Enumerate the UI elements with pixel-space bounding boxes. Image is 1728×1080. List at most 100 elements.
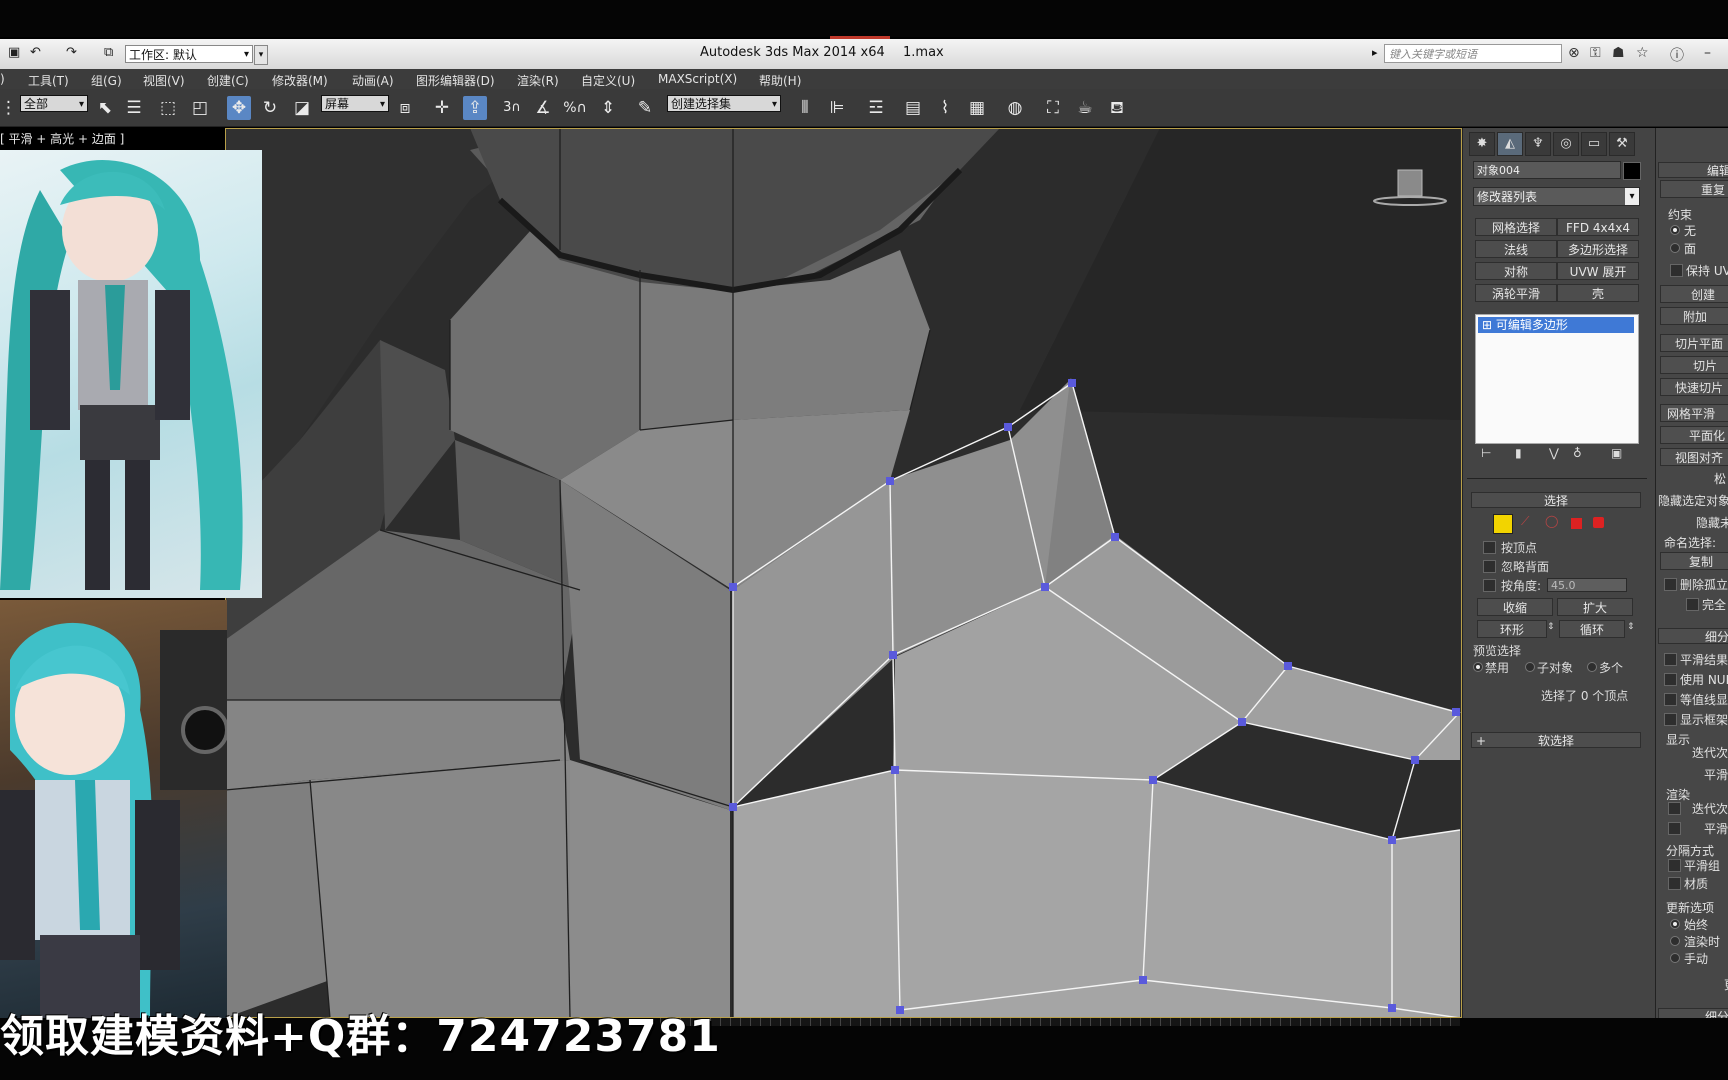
pivot-center-icon[interactable]: ⧈ (393, 96, 417, 120)
search-input[interactable]: 键入关键字或短语 (1384, 44, 1562, 63)
motion-tab-icon[interactable]: ◎ (1553, 132, 1579, 156)
percent-snap-icon[interactable]: %∩ (563, 96, 587, 120)
select-manipulate-icon[interactable]: ✛ (430, 96, 454, 120)
help-icon[interactable]: ⓘ (1670, 45, 1684, 65)
ring-button[interactable]: 环形 (1477, 620, 1547, 638)
redo-icon[interactable]: ↷ (66, 45, 77, 60)
planarize-button[interactable]: 平面化 (1660, 426, 1728, 444)
show-cage-checkbox[interactable] (1664, 713, 1677, 726)
ffd-button[interactable]: FFD 4x4x4 (1557, 218, 1639, 236)
separate-materials-checkbox[interactable] (1668, 877, 1681, 890)
binoculars-icon[interactable]: ⊗ (1568, 45, 1580, 61)
isoline-display-checkbox[interactable] (1664, 693, 1677, 706)
graphite-toolbar-icon[interactable]: ▤ (901, 96, 925, 120)
constraint-none-radio[interactable] (1670, 225, 1680, 235)
render-iterations-checkbox[interactable] (1668, 802, 1681, 815)
keyboard-shortcut-override-icon[interactable]: ⇪ (463, 96, 487, 120)
selection-rollout-header[interactable]: 选择 (1471, 492, 1641, 508)
create-tab-icon[interactable]: ✸ (1469, 132, 1495, 156)
update-manually-radio[interactable] (1670, 953, 1680, 963)
menu-maxscript[interactable]: MAXScript(X) (658, 72, 737, 86)
minimize-icon[interactable]: – (1704, 45, 1711, 61)
by-angle-checkbox[interactable] (1483, 579, 1496, 592)
render-production-icon[interactable]: ⛾ (1105, 96, 1129, 120)
normal-button[interactable]: 法线 (1475, 240, 1557, 258)
constraint-face-radio[interactable] (1670, 243, 1680, 253)
scale-icon[interactable]: ◪ (290, 96, 314, 120)
display-tab-icon[interactable]: ▭ (1581, 132, 1607, 156)
delete-isolated-checkbox[interactable] (1664, 578, 1677, 591)
expand-icon[interactable]: ⊞ (1478, 318, 1492, 332)
make-unique-icon[interactable]: ⋁ (1549, 446, 1559, 460)
update-button[interactable]: 更 (1724, 976, 1728, 993)
subdivision-displacement-header[interactable]: 细分 (1658, 1008, 1728, 1018)
show-end-result-icon[interactable]: ▮ (1515, 446, 1522, 460)
menu-animation[interactable]: 动画(A) (352, 72, 394, 89)
edit-named-selection-icon[interactable]: ✎ (633, 96, 657, 120)
snaps-toggle-icon[interactable]: 3∩ (500, 96, 524, 120)
preview-multi-radio[interactable] (1587, 662, 1597, 672)
slice-plane-button[interactable]: 切片平面 (1660, 334, 1728, 352)
key-icon[interactable]: ⚿ (1590, 45, 1601, 61)
element-mode-icon[interactable] (1593, 517, 1604, 528)
workspace-select[interactable]: 工作区: 默认 (125, 45, 253, 64)
favorites-star-icon[interactable]: ☆ (1636, 45, 1649, 61)
separate-smoothing-groups-checkbox[interactable] (1668, 859, 1681, 872)
mesh-select-button[interactable]: 网格选择 (1475, 218, 1557, 236)
shell-button[interactable]: 壳 (1557, 284, 1639, 302)
named-selection-select[interactable]: 创建选择集 (667, 95, 781, 113)
meshsmooth-button[interactable]: 网格平滑 (1660, 404, 1728, 422)
update-when-rendering-radio[interactable] (1670, 936, 1680, 946)
grow-button[interactable]: 扩大 (1557, 598, 1633, 616)
border-mode-icon[interactable]: ◯ (1545, 514, 1558, 528)
stack-item-editable-poly[interactable]: ⊞ 可编辑多边形 (1478, 317, 1634, 333)
slice-button[interactable]: 切片 (1660, 356, 1728, 374)
update-always-radio[interactable] (1670, 919, 1680, 929)
menu-modifiers[interactable]: 修改器(M) (272, 72, 328, 89)
quickslice-button[interactable]: 快速切片 (1660, 378, 1728, 396)
render-setup-icon[interactable]: ⛶ (1041, 96, 1065, 120)
full-interactivity-checkbox[interactable] (1686, 598, 1699, 611)
undo-icon[interactable]: ↶ (30, 45, 41, 60)
symmetry-button[interactable]: 对称 (1475, 262, 1557, 280)
ignore-backface-checkbox[interactable] (1483, 560, 1496, 573)
menu-rendering[interactable]: 渲染(R) (517, 72, 559, 89)
uvw-unwrap-button[interactable]: UVW 展开 (1557, 262, 1639, 280)
selection-filter-select[interactable]: 全部 (20, 95, 88, 113)
viewcube[interactable] (1372, 168, 1448, 212)
rect-selection-icon[interactable]: ⬚ (156, 96, 180, 120)
menu-help[interactable]: 帮助(H) (759, 72, 801, 89)
hide-selected-button[interactable]: 隐藏选定对象 (1658, 492, 1728, 509)
smooth-result-checkbox[interactable] (1664, 653, 1677, 666)
schematic-view-icon[interactable]: ▦ (965, 96, 989, 120)
poly-select-button[interactable]: 多边形选择 (1557, 240, 1639, 258)
render-smoothness-checkbox[interactable] (1668, 822, 1681, 835)
view-align-button[interactable]: 视图对齐 (1660, 448, 1728, 466)
loop-spinner-icon[interactable]: ⇕ (1627, 622, 1635, 632)
vertex-mode-icon[interactable] (1493, 514, 1513, 534)
repeat-last-button[interactable]: 重复 (1660, 180, 1728, 198)
loop-button[interactable]: 循环 (1559, 620, 1625, 638)
menu-customize[interactable]: 自定义(U) (581, 72, 635, 89)
reference-coordinate-select[interactable]: 屏幕 (321, 95, 389, 113)
angle-spinner[interactable]: 45.0 (1547, 578, 1627, 592)
rotate-icon[interactable]: ↻ (258, 96, 282, 120)
rendered-frame-window-icon[interactable]: ☕ (1073, 96, 1097, 120)
object-name-field[interactable]: 对象004 (1473, 161, 1621, 179)
turbosmooth-button[interactable]: 涡轮平滑 (1475, 284, 1557, 302)
angle-snap-icon[interactable]: ∡ (531, 96, 555, 120)
preview-subobject-radio[interactable] (1525, 662, 1535, 672)
use-nurms-checkbox[interactable] (1664, 673, 1677, 686)
soft-selection-rollout-header[interactable]: + 软选择 (1471, 732, 1641, 748)
save-icon[interactable]: ▣ (8, 45, 20, 60)
project-folder-icon[interactable]: ⧉ (104, 45, 113, 60)
align-icon[interactable]: ⊫ (825, 96, 849, 120)
material-editor-icon[interactable]: ◍ (1003, 96, 1027, 120)
attach-button[interactable]: 附加 (1660, 307, 1728, 325)
hierarchy-tab-icon[interactable]: ♆ (1525, 132, 1551, 156)
subdivision-rollout-header[interactable]: 细分 (1658, 628, 1728, 644)
menu-tools[interactable]: 工具(T) (28, 72, 69, 89)
preview-off-radio[interactable] (1473, 662, 1483, 672)
object-color-swatch[interactable] (1623, 162, 1641, 180)
window-crossing-icon[interactable]: ◰ (188, 96, 212, 120)
